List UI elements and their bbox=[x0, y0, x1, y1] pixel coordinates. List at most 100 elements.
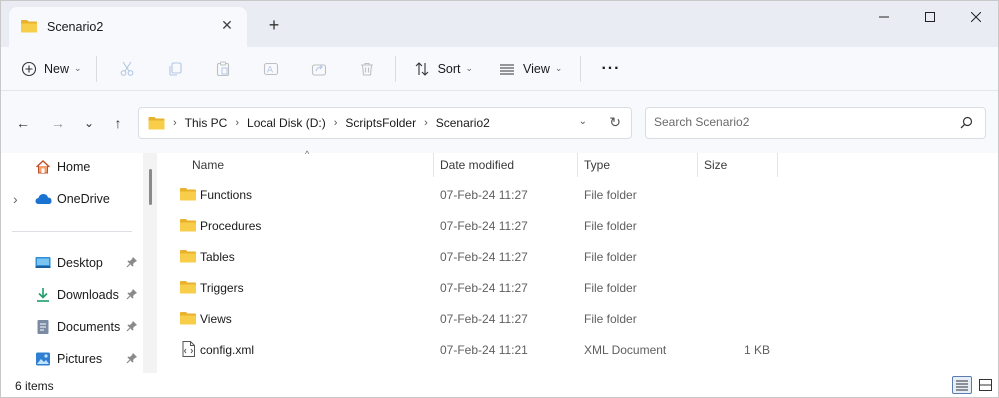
column-header-label: Type bbox=[584, 158, 611, 172]
file-date: 07-Feb-24 11:27 bbox=[440, 250, 528, 264]
column-header-label: Date modified bbox=[440, 158, 515, 172]
column-divider[interactable] bbox=[697, 153, 698, 177]
column-header-label: Size bbox=[704, 158, 728, 172]
download-icon bbox=[35, 287, 51, 306]
breadcrumb-scriptsfolder[interactable]: ScriptsFolder bbox=[345, 116, 416, 130]
sidebar-item-pictures[interactable]: Pictures bbox=[1, 345, 151, 373]
sidebar-item-downloads[interactable]: Downloads bbox=[1, 281, 151, 309]
refresh-icon[interactable]: ↻ bbox=[609, 114, 621, 131]
folder-icon bbox=[180, 280, 196, 297]
copy-button[interactable] bbox=[159, 53, 191, 85]
chevron-down-icon: ⌄ bbox=[74, 63, 82, 73]
file-row[interactable]: Tables 07-Feb-24 11:27 File folder bbox=[175, 243, 795, 271]
column-header-name[interactable]: Name bbox=[192, 153, 224, 177]
share-button[interactable] bbox=[303, 53, 335, 85]
search-box[interactable] bbox=[645, 107, 986, 139]
pin-icon[interactable] bbox=[126, 320, 138, 335]
file-row[interactable]: Triggers 07-Feb-24 11:27 File folder bbox=[175, 274, 795, 302]
cut-button[interactable] bbox=[111, 53, 143, 85]
file-row[interactable]: config.xml 07-Feb-24 11:21 XML Document … bbox=[175, 336, 795, 364]
copy-icon bbox=[167, 61, 183, 77]
column-header-label: Name bbox=[192, 158, 225, 172]
folder-icon bbox=[21, 19, 37, 36]
sidebar-item-desktop[interactable]: Desktop bbox=[1, 249, 151, 277]
breadcrumb-separator[interactable]: › bbox=[424, 117, 428, 129]
rename-button[interactable]: A bbox=[255, 53, 287, 85]
file-type: File folder bbox=[584, 250, 637, 264]
maximize-button[interactable] bbox=[907, 1, 953, 33]
breadcrumb-scenario2[interactable]: Scenario2 bbox=[436, 116, 490, 130]
column-divider[interactable] bbox=[777, 153, 778, 177]
file-size: 1 KB bbox=[743, 343, 770, 357]
breadcrumb-separator[interactable]: › bbox=[173, 117, 177, 129]
new-label: New bbox=[44, 61, 70, 76]
new-tab-button[interactable]: + bbox=[263, 15, 285, 37]
sidebar-item-onedrive[interactable]: › OneDrive bbox=[1, 185, 151, 213]
sort-label: Sort bbox=[437, 61, 461, 76]
file-row[interactable]: Functions 07-Feb-24 11:27 File folder bbox=[175, 181, 795, 209]
tab-scenario2[interactable]: Scenario2 ✕ bbox=[9, 7, 247, 47]
close-icon bbox=[971, 12, 981, 22]
new-button[interactable]: New ⌄ bbox=[13, 53, 90, 85]
breadcrumb-separator[interactable]: › bbox=[334, 117, 338, 129]
column-divider[interactable] bbox=[433, 153, 434, 177]
address-dropdown-icon[interactable]: ⌄ bbox=[579, 116, 587, 127]
search-icon[interactable] bbox=[960, 116, 973, 132]
file-type: File folder bbox=[584, 219, 637, 233]
breadcrumb-separator[interactable]: › bbox=[235, 117, 239, 129]
folder-icon bbox=[180, 249, 196, 266]
file-list: ^ Name Date modified Type Size Functions… bbox=[159, 149, 998, 373]
more-button[interactable]: ··· bbox=[593, 53, 628, 85]
sidebar-item-home[interactable]: Home bbox=[1, 153, 151, 181]
arrow-right-icon: → bbox=[51, 115, 65, 131]
navigation-pane: Home › OneDrive Desktop Downloads Docume… bbox=[1, 153, 159, 373]
file-explorer-window: Scenario2 ✕ + New ⌄ A Sort ⌄ View ⌄ ··· … bbox=[0, 0, 999, 398]
column-divider[interactable] bbox=[577, 153, 578, 177]
file-row[interactable]: Procedures 07-Feb-24 11:27 File folder bbox=[175, 212, 795, 240]
file-date: 07-Feb-24 11:27 bbox=[440, 188, 528, 202]
file-row[interactable]: Views 07-Feb-24 11:27 File folder bbox=[175, 305, 795, 333]
address-bar[interactable]: › This PC › Local Disk (D:) › ScriptsFol… bbox=[138, 107, 632, 139]
toolbar-divider bbox=[394, 55, 396, 82]
paste-button[interactable] bbox=[207, 53, 239, 85]
pin-icon[interactable] bbox=[126, 256, 138, 271]
paste-icon bbox=[215, 61, 231, 77]
title-bar: Scenario2 ✕ + bbox=[1, 1, 998, 47]
pin-icon[interactable] bbox=[126, 352, 138, 367]
column-header-date-modified[interactable]: Date modified bbox=[440, 153, 514, 177]
sidebar-scrollbar-thumb[interactable] bbox=[149, 169, 152, 205]
chevron-down-icon: ⌄ bbox=[554, 63, 563, 73]
view-icon bbox=[499, 61, 515, 77]
sidebar-item-label: Downloads bbox=[57, 288, 119, 302]
delete-button[interactable] bbox=[351, 53, 383, 85]
column-header-type[interactable]: Type bbox=[584, 153, 610, 177]
chevron-right-icon[interactable]: › bbox=[13, 191, 18, 207]
arrow-up-icon: ↑ bbox=[114, 115, 122, 131]
item-count: 6 items bbox=[15, 379, 54, 393]
file-date: 07-Feb-24 11:27 bbox=[440, 281, 528, 295]
close-button[interactable] bbox=[953, 1, 998, 33]
breadcrumb-this-pc[interactable]: This PC bbox=[185, 116, 228, 130]
file-date: 07-Feb-24 11:21 bbox=[440, 343, 528, 357]
sidebar-item-documents[interactable]: Documents bbox=[1, 313, 151, 341]
forward-button[interactable]: → bbox=[48, 113, 68, 133]
recent-locations-button[interactable]: ⌄ bbox=[79, 113, 99, 133]
minimize-button[interactable] bbox=[861, 1, 907, 33]
breadcrumb-local-disk[interactable]: Local Disk (D:) bbox=[247, 116, 326, 130]
rename-icon: A bbox=[263, 61, 279, 77]
file-type: File folder bbox=[584, 281, 637, 295]
pin-icon[interactable] bbox=[126, 288, 138, 303]
tiles-view-button[interactable] bbox=[975, 376, 995, 394]
search-input[interactable] bbox=[654, 115, 944, 129]
up-button[interactable]: ↑ bbox=[108, 113, 128, 133]
folder-icon bbox=[180, 218, 196, 235]
back-button[interactable]: ← bbox=[13, 113, 33, 133]
tab-close-icon[interactable]: ✕ bbox=[219, 17, 235, 33]
details-view-button[interactable] bbox=[952, 376, 972, 394]
toolbar-divider bbox=[95, 55, 97, 82]
view-button[interactable]: View ⌄ bbox=[491, 53, 570, 85]
file-name: Tables bbox=[200, 250, 235, 264]
sort-button[interactable]: Sort ⌄ bbox=[406, 53, 481, 85]
column-header-size[interactable]: Size bbox=[704, 153, 727, 177]
tab-title: Scenario2 bbox=[47, 20, 104, 34]
